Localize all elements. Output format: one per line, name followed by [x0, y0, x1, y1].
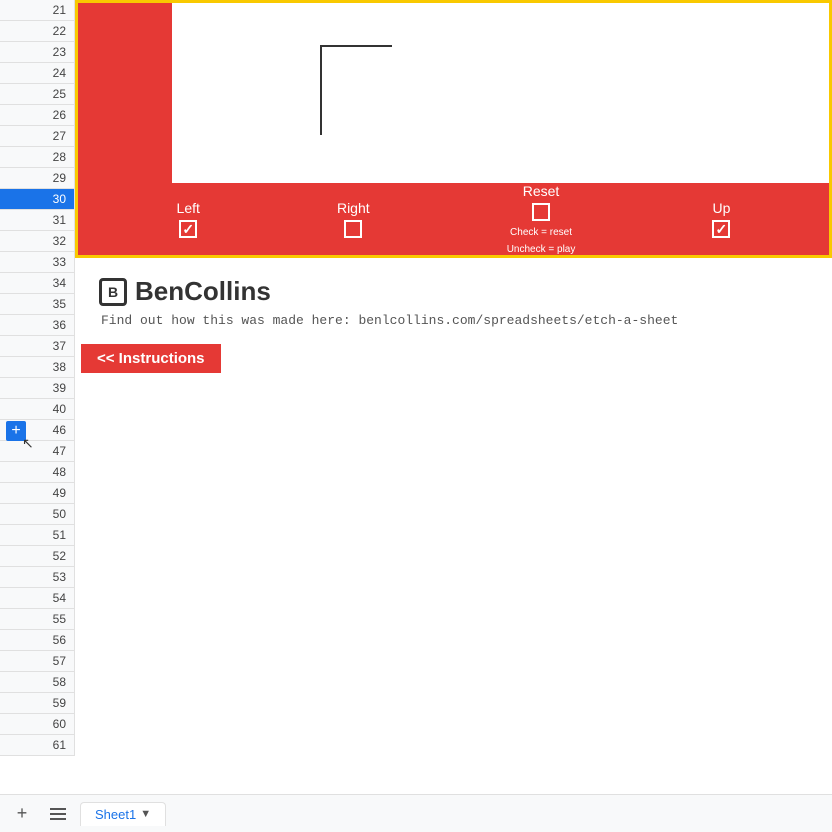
- reset-control: Reset Check = reset Uncheck = play: [507, 183, 576, 255]
- row-number[interactable]: 22: [0, 21, 74, 42]
- row-number[interactable]: 29: [0, 168, 74, 189]
- brand-icon-letter: B: [108, 284, 118, 300]
- row-number[interactable]: 48: [0, 462, 74, 483]
- drawn-shape: [320, 45, 392, 135]
- left-control: Left: [177, 200, 200, 238]
- up-control: Up: [712, 200, 730, 238]
- brand-name: BenCollins: [135, 276, 271, 307]
- row-number[interactable]: 33: [0, 252, 74, 273]
- row-number[interactable]: 27: [0, 126, 74, 147]
- right-label: Right: [337, 200, 370, 216]
- right-checkbox[interactable]: [344, 220, 362, 238]
- add-sheet-button[interactable]: +: [8, 800, 36, 828]
- row-number[interactable]: 40: [0, 399, 74, 420]
- row-number[interactable]: 50: [0, 504, 74, 525]
- row-number[interactable]: 49: [0, 483, 74, 504]
- brand-tagline: Find out how this was made here: benlcol…: [101, 313, 808, 328]
- reset-info1: Check = reset: [510, 227, 572, 238]
- row-number-selected[interactable]: 30: [0, 189, 74, 210]
- row-number[interactable]: 59: [0, 693, 74, 714]
- row-number[interactable]: 61: [0, 735, 74, 756]
- reset-info2: Uncheck = play: [507, 244, 576, 255]
- main-content: Left Right Reset Check = reset Uncheck =…: [75, 0, 832, 794]
- sheet-tab-dropdown-icon: ▼: [140, 808, 151, 820]
- row-number[interactable]: 21: [0, 0, 74, 21]
- bottom-bar: + Sheet1 ▼: [0, 794, 832, 832]
- row-number[interactable]: 53: [0, 567, 74, 588]
- controls-row: Left Right Reset Check = reset Uncheck =…: [78, 183, 829, 255]
- brand-logo: B BenCollins: [99, 276, 808, 307]
- right-control: Right: [337, 200, 370, 238]
- row-number[interactable]: 23: [0, 42, 74, 63]
- row-number[interactable]: 56: [0, 630, 74, 651]
- up-label: Up: [712, 200, 730, 216]
- sheet1-tab-label: Sheet1: [95, 807, 136, 822]
- row-number[interactable]: 47: [0, 441, 74, 462]
- row-number[interactable]: 52: [0, 546, 74, 567]
- row-number[interactable]: 58: [0, 672, 74, 693]
- row-number[interactable]: 51: [0, 525, 74, 546]
- row-number[interactable]: 35: [0, 294, 74, 315]
- up-checkbox[interactable]: [712, 220, 730, 238]
- instructions-button[interactable]: << Instructions: [81, 344, 221, 373]
- drawing-area: [172, 3, 829, 213]
- row-numbers-sidebar: 21 22 23 24 25 26 27 28 29 30 31 32 33 3…: [0, 0, 75, 756]
- row-number[interactable]: 26: [0, 105, 74, 126]
- sheet1-tab[interactable]: Sheet1 ▼: [80, 802, 166, 826]
- row-number[interactable]: 37: [0, 336, 74, 357]
- row-number[interactable]: 24: [0, 63, 74, 84]
- instructions-area: << Instructions: [75, 336, 832, 373]
- sheet-menu-button[interactable]: [44, 800, 72, 828]
- row-number[interactable]: 32: [0, 231, 74, 252]
- row-number[interactable]: 31: [0, 210, 74, 231]
- reset-checkbox[interactable]: [532, 203, 550, 221]
- left-label: Left: [177, 200, 200, 216]
- row-number[interactable]: 36: [0, 315, 74, 336]
- menu-icon: [50, 806, 66, 822]
- row-number[interactable]: 38: [0, 357, 74, 378]
- row-number[interactable]: 34: [0, 273, 74, 294]
- etch-canvas: Left Right Reset Check = reset Uncheck =…: [75, 0, 832, 258]
- cursor-indicator: ↖: [22, 435, 30, 447]
- row-number[interactable]: 39: [0, 378, 74, 399]
- row-number[interactable]: 25: [0, 84, 74, 105]
- row-number[interactable]: 54: [0, 588, 74, 609]
- row-number[interactable]: 57: [0, 651, 74, 672]
- brand-icon: B: [99, 278, 127, 306]
- row-number[interactable]: 28: [0, 147, 74, 168]
- brand-section: B BenCollins Find out how this was made …: [75, 258, 832, 336]
- row-number[interactable]: 55: [0, 609, 74, 630]
- row-number[interactable]: 60: [0, 714, 74, 735]
- left-checkbox[interactable]: [179, 220, 197, 238]
- reset-label: Reset: [523, 183, 560, 199]
